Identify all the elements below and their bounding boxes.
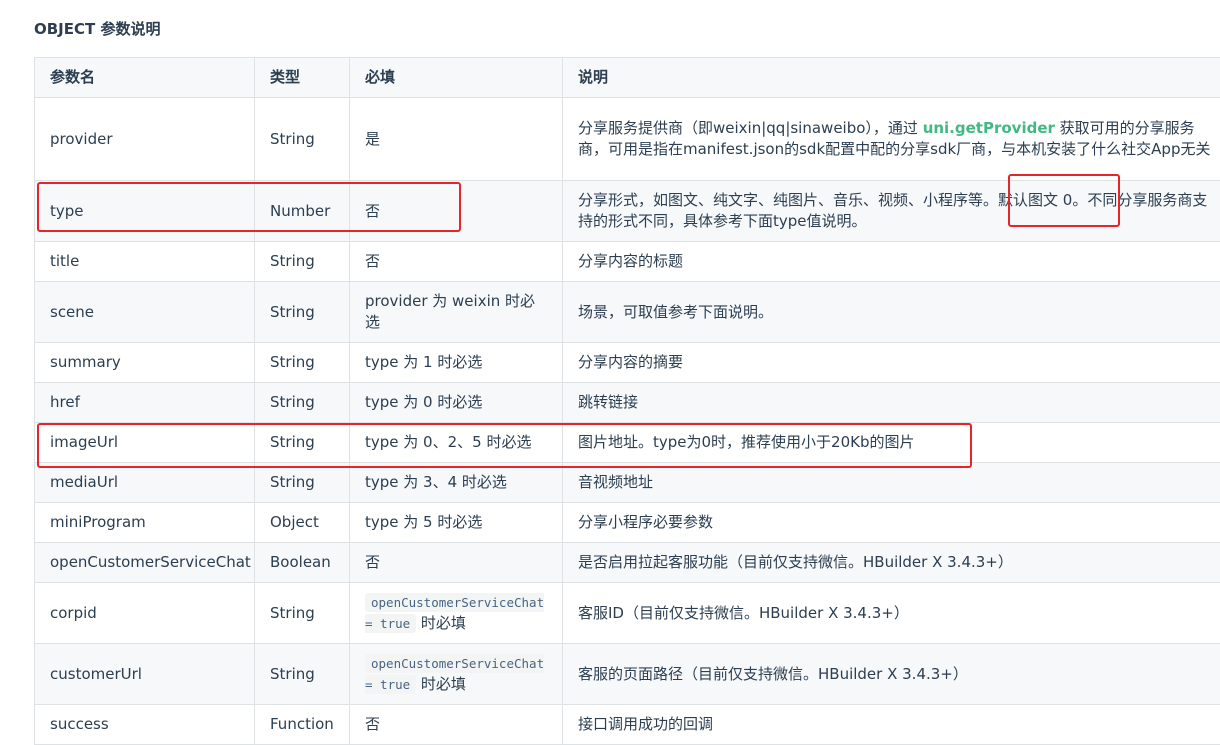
table-row: openCustomerServiceChat Boolean 否 是否启用拉起… (35, 543, 1220, 583)
table-row: title String 否 分享内容的标题 (35, 242, 1220, 282)
param-name: href (35, 383, 255, 423)
param-type: Object (255, 503, 350, 543)
param-desc: 接口调用成功的回调 (563, 705, 1220, 745)
table-row: scene String provider 为 weixin 时必选 场景，可取… (35, 282, 1220, 343)
table-row: provider String 是 分享服务提供商（即weixin|qq|sin… (35, 98, 1220, 181)
required-text: 时必填 (416, 675, 466, 693)
param-desc: 是否启用拉起客服功能（目前仅支持微信。HBuilder X 3.4.3+） (563, 543, 1220, 583)
param-required: type 为 3、4 时必选 (350, 463, 563, 503)
param-type: String (255, 423, 350, 463)
param-type: Boolean (255, 543, 350, 583)
param-desc: 分享内容的标题 (563, 242, 1220, 282)
param-type: String (255, 343, 350, 383)
param-type: String (255, 383, 350, 423)
table-row: href String type 为 0 时必选 跳转链接 (35, 383, 1220, 423)
param-required: type 为 0 时必选 (350, 383, 563, 423)
param-name: miniProgram (35, 503, 255, 543)
param-desc: 图片地址。type为0时，推荐使用小于20Kb的图片 (563, 423, 1220, 463)
param-desc: 客服的页面路径（目前仅支持微信。HBuilder X 3.4.3+） (563, 644, 1220, 705)
table-row: type Number 否 分享形式，如图文、纯文字、纯图片、音乐、视频、小程序… (35, 181, 1220, 242)
table-row: summary String type 为 1 时必选 分享内容的摘要 (35, 343, 1220, 383)
param-name: customerUrl (35, 644, 255, 705)
param-required: 是 (350, 98, 563, 181)
param-type: String (255, 282, 350, 343)
param-required: 否 (350, 242, 563, 282)
param-required: type 为 0、2、5 时必选 (350, 423, 563, 463)
required-text: 时必填 (416, 614, 466, 632)
table-row: success Function 否 接口调用成功的回调 (35, 705, 1220, 745)
get-provider-link[interactable]: uni.getProvider (923, 119, 1055, 137)
param-required: 否 (350, 543, 563, 583)
param-required: openCustomerServiceChat = true 时必填 (350, 644, 563, 705)
param-required: openCustomerServiceChat = true 时必填 (350, 583, 563, 644)
param-name: corpid (35, 583, 255, 644)
table-row: customerUrl String openCustomerServiceCh… (35, 644, 1220, 705)
param-name: summary (35, 343, 255, 383)
table-row: corpid String openCustomerServiceChat = … (35, 583, 1220, 644)
param-name: type (35, 181, 255, 242)
param-required: provider 为 weixin 时必选 (350, 282, 563, 343)
param-type: String (255, 463, 350, 503)
param-name: provider (35, 98, 255, 181)
table-row: mediaUrl String type 为 3、4 时必选 音视频地址 (35, 463, 1220, 503)
section-title: OBJECT 参数说明 (34, 18, 160, 39)
params-table: 参数名 类型 必填 说明 provider String 是 分享服务提供商（即… (34, 57, 1220, 745)
param-type: String (255, 583, 350, 644)
header-desc: 说明 (563, 58, 1220, 98)
param-required: type 为 5 时必选 (350, 503, 563, 543)
header-required: 必填 (350, 58, 563, 98)
desc-text: 分享服务提供商（即weixin|qq|sinaweibo），通过 (578, 119, 923, 137)
param-name: title (35, 242, 255, 282)
param-desc: 分享小程序必要参数 (563, 503, 1220, 543)
param-desc: 场景，可取值参考下面说明。 (563, 282, 1220, 343)
param-name: success (35, 705, 255, 745)
param-type: Number (255, 181, 350, 242)
param-name: mediaUrl (35, 463, 255, 503)
param-required: 否 (350, 181, 563, 242)
table-row: imageUrl String type 为 0、2、5 时必选 图片地址。ty… (35, 423, 1220, 463)
param-name: scene (35, 282, 255, 343)
param-type: String (255, 98, 350, 181)
param-desc: 音视频地址 (563, 463, 1220, 503)
param-type: String (255, 644, 350, 705)
param-desc: 跳转链接 (563, 383, 1220, 423)
param-name: imageUrl (35, 423, 255, 463)
table-header-row: 参数名 类型 必填 说明 (35, 58, 1220, 98)
param-desc: 分享服务提供商（即weixin|qq|sinaweibo），通过 uni.get… (563, 98, 1220, 181)
header-name: 参数名 (35, 58, 255, 98)
param-type: String (255, 242, 350, 282)
param-type: Function (255, 705, 350, 745)
header-type: 类型 (255, 58, 350, 98)
param-required: 否 (350, 705, 563, 745)
table-row: miniProgram Object type 为 5 时必选 分享小程序必要参… (35, 503, 1220, 543)
param-desc: 分享内容的摘要 (563, 343, 1220, 383)
param-desc: 分享形式，如图文、纯文字、纯图片、音乐、视频、小程序等。默认图文 0。不同分享服… (563, 181, 1220, 242)
param-name: openCustomerServiceChat (35, 543, 255, 583)
param-desc: 客服ID（目前仅支持微信。HBuilder X 3.4.3+） (563, 583, 1220, 644)
param-required: type 为 1 时必选 (350, 343, 563, 383)
